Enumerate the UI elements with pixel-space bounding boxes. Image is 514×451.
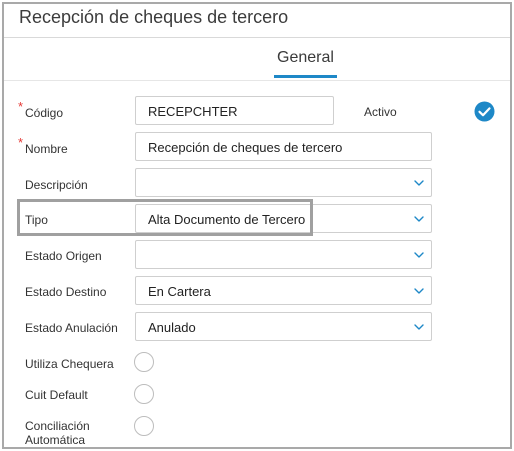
tipo-value: Alta Documento de Tercero [148,212,306,227]
activo-label: Activo [364,105,397,119]
record-window: Recepción de cheques de tercero General … [2,2,512,449]
codigo-input[interactable]: RECEPCHTER [135,96,334,125]
estado-origen-label: Estado Origen [25,249,102,263]
nombre-input[interactable]: Recepción de cheques de tercero [135,132,432,161]
chevron-down-icon [414,252,424,258]
estado-destino-label: Estado Destino [25,285,107,299]
check-circle-icon[interactable] [474,101,495,122]
codigo-label: Código [25,106,64,120]
tipo-label: Tipo [25,213,48,227]
window-header: Recepción de cheques de tercero [4,4,510,38]
required-asterisk: * [18,135,24,150]
nombre-label: Nombre [25,142,68,156]
required-asterisk: * [18,99,24,114]
utiliza-chequera-label: Utiliza Chequera [25,357,114,371]
utiliza-chequera-toggle[interactable] [134,352,154,372]
conciliacion-automatica-toggle[interactable] [134,416,154,436]
chevron-down-icon [414,324,424,330]
tab-general[interactable]: General [274,49,337,78]
cuit-default-label: Cuit Default [25,388,88,402]
estado-anulacion-value: Anulado [148,320,196,335]
nombre-value: Recepción de cheques de tercero [148,140,343,155]
descripcion-select[interactable] [135,168,432,197]
tipo-select[interactable]: Alta Documento de Tercero [135,204,432,233]
estado-origen-select[interactable] [135,240,432,269]
chevron-down-icon [414,180,424,186]
estado-destino-select[interactable]: En Cartera [135,276,432,305]
conciliacion-automatica-label-line2: Automática [25,433,86,447]
estado-anulacion-select[interactable]: Anulado [135,312,432,341]
descripcion-label: Descripción [25,178,88,192]
codigo-value: RECEPCHTER [148,104,238,119]
estado-anulacion-label: Estado Anulación [25,321,118,335]
conciliacion-automatica-label-line1: Conciliación [25,419,90,433]
estado-destino-value: En Cartera [148,284,211,299]
chevron-down-icon [414,216,424,222]
chevron-down-icon [414,288,424,294]
cuit-default-toggle[interactable] [134,384,154,404]
page-title: Recepción de cheques de tercero [19,7,289,27]
tab-bar: General [4,38,510,81]
